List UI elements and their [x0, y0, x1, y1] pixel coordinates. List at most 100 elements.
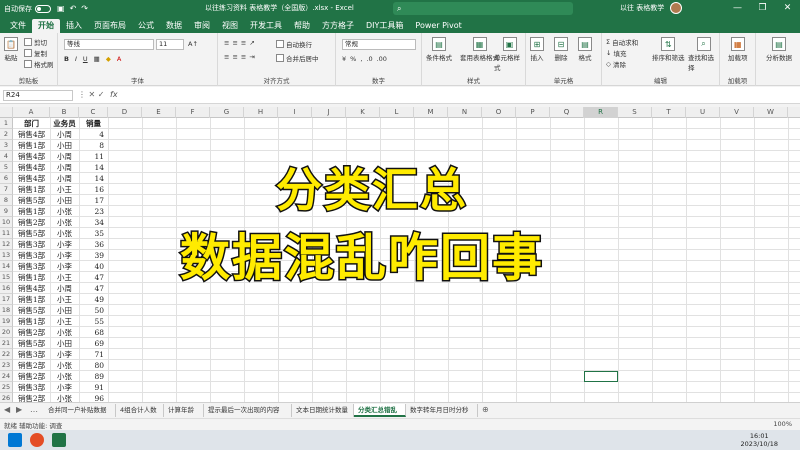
table-cell[interactable]: 销售2部 — [13, 393, 50, 402]
column-header-G[interactable]: G — [210, 107, 244, 118]
table-cell[interactable]: 36 — [79, 239, 108, 250]
table-cell[interactable]: 91 — [79, 382, 108, 393]
table-cell[interactable]: 49 — [79, 294, 108, 305]
table-cell[interactable]: 销售2部 — [13, 371, 50, 382]
table-cell[interactable]: 销售2部 — [13, 217, 50, 228]
ribbon-tab-11[interactable]: DIY工具箱 — [360, 19, 409, 33]
table-cell[interactable]: 小张 — [50, 206, 79, 217]
table-cell[interactable]: 小李 — [50, 239, 79, 250]
column-header-V[interactable]: V — [720, 107, 754, 118]
currency-icon[interactable]: ¥ — [342, 55, 346, 63]
row-header[interactable]: 20 — [0, 327, 13, 338]
table-cell[interactable]: 小周 — [50, 283, 79, 294]
column-header-I[interactable]: I — [278, 107, 312, 118]
sheet-tab[interactable]: 数字转年月日时分秒 — [406, 404, 478, 417]
row-header[interactable]: 18 — [0, 305, 13, 316]
ribbon-tab-4[interactable]: 公式 — [132, 19, 160, 33]
table-cell[interactable]: 69 — [79, 338, 108, 349]
next-sheet-icon[interactable]: ▶ — [16, 405, 22, 414]
table-cell[interactable]: 销售5部 — [13, 228, 50, 239]
table-cell[interactable]: 小张 — [50, 327, 79, 338]
select-all-corner[interactable] — [0, 107, 13, 118]
column-header-D[interactable]: D — [108, 107, 142, 118]
row-header[interactable]: 7 — [0, 184, 13, 195]
table-cell[interactable]: 34 — [79, 217, 108, 228]
font-size-select[interactable]: 11 — [156, 39, 184, 50]
percent-icon[interactable]: % — [350, 55, 356, 63]
table-cell[interactable]: 销售5部 — [13, 338, 50, 349]
row-header[interactable]: 25 — [0, 382, 13, 393]
column-header-K[interactable]: K — [346, 107, 380, 118]
table-cell[interactable]: 89 — [79, 371, 108, 382]
table-cell[interactable]: 80 — [79, 360, 108, 371]
table-cell[interactable]: 小李 — [50, 382, 79, 393]
align-center-icon[interactable]: ≡ — [232, 53, 237, 61]
search-box[interactable]: ⌕ — [393, 2, 573, 15]
row-header[interactable]: 4 — [0, 151, 13, 162]
wrap-text-button[interactable]: 自动换行 — [276, 39, 312, 49]
table-cell[interactable]: 小周 — [50, 151, 79, 162]
function-icon[interactable]: fx — [110, 90, 118, 99]
zoom-level[interactable]: 100% — [773, 420, 792, 428]
ribbon-tab-10[interactable]: 方方格子 — [316, 19, 360, 33]
table-cell[interactable]: 17 — [79, 195, 108, 206]
format-cells-button[interactable]: ▤ 格式 — [578, 37, 592, 62]
column-header-T[interactable]: T — [652, 107, 686, 118]
sort-filter-button[interactable]: ⇅ 排序和筛选 — [652, 37, 685, 62]
copy-button[interactable]: 复制 — [24, 48, 47, 58]
ribbon-tab-6[interactable]: 审阅 — [188, 19, 216, 33]
table-cell[interactable]: 销售3部 — [13, 349, 50, 360]
row-header[interactable]: 9 — [0, 206, 13, 217]
table-cell[interactable]: 销售4部 — [13, 173, 50, 184]
row-header[interactable]: 13 — [0, 250, 13, 261]
sheet-tab[interactable]: 分类汇总错乱 — [354, 404, 406, 417]
row-header[interactable]: 8 — [0, 195, 13, 206]
column-header-N[interactable]: N — [448, 107, 482, 118]
table-cell[interactable]: 47 — [79, 272, 108, 283]
table-cell[interactable]: 40 — [79, 261, 108, 272]
save-icon[interactable]: ▣ — [57, 4, 65, 13]
windows-start-icon[interactable] — [8, 433, 22, 447]
row-header[interactable]: 3 — [0, 140, 13, 151]
sheet-tab[interactable]: 计算年龄 — [164, 404, 204, 417]
column-header-C[interactable]: C — [79, 107, 108, 118]
ribbon-tab-0[interactable]: 文件 — [4, 19, 32, 33]
ribbon-tab-5[interactable]: 数据 — [160, 19, 188, 33]
italic-icon[interactable]: I — [75, 55, 77, 63]
row-header[interactable]: 21 — [0, 338, 13, 349]
column-header-B[interactable]: B — [50, 107, 79, 118]
table-cell[interactable]: 小周 — [50, 173, 79, 184]
table-cell[interactable]: 50 — [79, 305, 108, 316]
table-header-cell[interactable]: 业务员 — [50, 118, 79, 129]
table-cell[interactable]: 35 — [79, 228, 108, 239]
chrome-icon[interactable] — [30, 433, 44, 447]
row-header[interactable]: 26 — [0, 393, 13, 402]
table-cell[interactable]: 小李 — [50, 349, 79, 360]
table-cell[interactable]: 小李 — [50, 261, 79, 272]
table-cell[interactable]: 销售3部 — [13, 250, 50, 261]
row-header[interactable]: 12 — [0, 239, 13, 250]
sheet-tab[interactable]: 提示最后一次出现的内容 — [204, 404, 292, 417]
autosave-toggle[interactable]: 自动保存 — [4, 4, 51, 14]
font-color-icon[interactable]: A — [117, 55, 121, 63]
ribbon-tab-3[interactable]: 页面布局 — [88, 19, 132, 33]
more-sheets-icon[interactable]: … — [30, 405, 38, 414]
avatar[interactable] — [670, 2, 682, 14]
autosum-button[interactable]: Σ 自动求和 — [606, 37, 638, 47]
row-header[interactable]: 17 — [0, 294, 13, 305]
clear-button[interactable]: ◇ 清除 — [606, 59, 626, 69]
row-header[interactable]: 11 — [0, 228, 13, 239]
table-cell[interactable]: 小田 — [50, 305, 79, 316]
table-cell[interactable]: 14 — [79, 162, 108, 173]
column-header-L[interactable]: L — [380, 107, 414, 118]
close-button[interactable]: ✕ — [775, 0, 800, 17]
row-header[interactable]: 19 — [0, 316, 13, 327]
table-cell[interactable]: 小李 — [50, 250, 79, 261]
maximize-button[interactable]: ❐ — [750, 0, 775, 17]
table-cell[interactable]: 销售4部 — [13, 129, 50, 140]
table-cell[interactable]: 47 — [79, 283, 108, 294]
table-cell[interactable]: 小田 — [50, 338, 79, 349]
column-header-H[interactable]: H — [244, 107, 278, 118]
row-header[interactable]: 2 — [0, 129, 13, 140]
table-cell[interactable]: 小张 — [50, 217, 79, 228]
